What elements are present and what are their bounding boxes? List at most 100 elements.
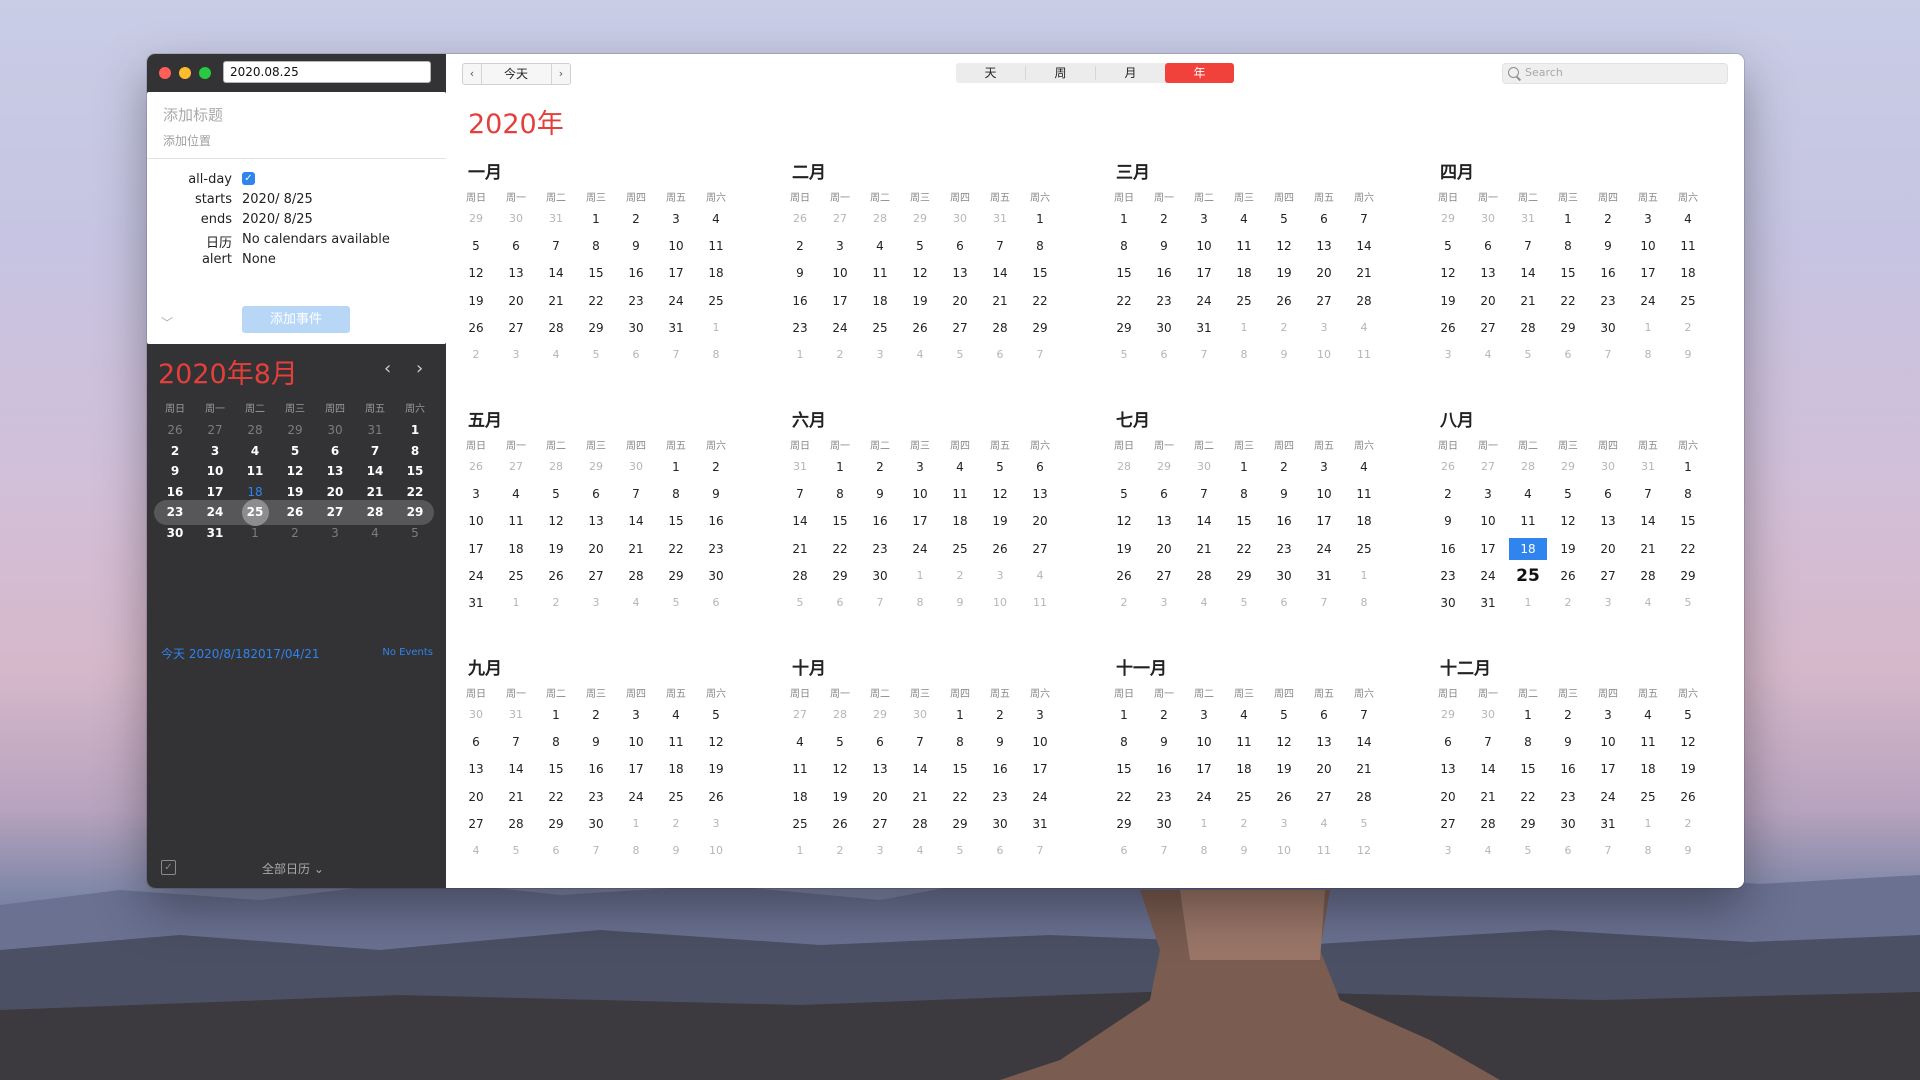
day-cell[interactable]: 14: [536, 262, 576, 284]
day-cell[interactable]: 9: [980, 731, 1020, 753]
day-cell[interactable]: 16: [616, 262, 656, 284]
prev-year-button[interactable]: ‹: [463, 64, 482, 84]
adjacent-month-day[interactable]: 5: [1508, 344, 1548, 366]
month-name[interactable]: 十一月: [1116, 654, 1167, 679]
day-cell[interactable]: 19: [820, 786, 860, 808]
day-cell[interactable]: 20: [496, 290, 536, 312]
day-cell[interactable]: 23: [1264, 538, 1304, 560]
adjacent-month-day[interactable]: 2: [1104, 592, 1144, 614]
day-cell[interactable]: 7: [980, 235, 1020, 257]
day-cell[interactable]: 14: [1468, 758, 1508, 780]
today-day-cell[interactable]: 18: [1509, 537, 1547, 560]
day-cell[interactable]: 15: [1104, 262, 1144, 284]
adjacent-month-day[interactable]: 7: [1588, 840, 1628, 862]
adjacent-month-day[interactable]: 12: [1344, 840, 1384, 862]
adjacent-month-day[interactable]: 3: [860, 344, 900, 366]
day-cell[interactable]: 23: [1144, 290, 1184, 312]
day-cell[interactable]: 19: [1264, 758, 1304, 780]
day-cell[interactable]: 1: [1508, 704, 1548, 726]
calendar-value[interactable]: No calendars available: [242, 232, 390, 247]
day-cell[interactable]: 29: [1668, 565, 1708, 587]
adjacent-month-day[interactable]: 7: [656, 344, 696, 366]
day-cell[interactable]: 3: [656, 208, 696, 230]
day-cell[interactable]: 13: [456, 758, 496, 780]
day-cell[interactable]: 28: [1344, 290, 1384, 312]
day-cell[interactable]: 2: [1144, 208, 1184, 230]
month-name[interactable]: 七月: [1116, 406, 1150, 431]
day-cell[interactable]: 16: [980, 758, 1020, 780]
day-cell[interactable]: 6: [576, 483, 616, 505]
day-cell[interactable]: 1: [1668, 456, 1708, 478]
day-cell[interactable]: 28: [1468, 813, 1508, 835]
today-date-label[interactable]: 今天 2020/8/182017/04/21: [161, 645, 320, 662]
day-cell[interactable]: 9: [1144, 731, 1184, 753]
day-cell[interactable]: 25: [860, 317, 900, 339]
selected-day-cell[interactable]: 25: [1508, 565, 1548, 587]
day-cell[interactable]: 16: [1264, 510, 1304, 532]
day-cell[interactable]: 10: [456, 510, 496, 532]
day-cell[interactable]: 16: [696, 510, 736, 532]
adjacent-month-day[interactable]: 1: [780, 344, 820, 366]
adjacent-month-day[interactable]: 5: [576, 344, 616, 366]
day-cell[interactable]: 4: [860, 235, 900, 257]
day-cell[interactable]: 17: [456, 538, 496, 560]
day-cell[interactable]: 7: [900, 731, 940, 753]
day-cell[interactable]: 19: [1668, 758, 1708, 780]
day-cell[interactable]: 31: [656, 317, 696, 339]
day-cell[interactable]: 22: [576, 290, 616, 312]
day-cell[interactable]: 13: [496, 262, 536, 284]
adjacent-month-day[interactable]: 31: [1628, 456, 1668, 478]
day-cell[interactable]: 5: [1428, 235, 1468, 257]
adjacent-month-day[interactable]: 8: [900, 592, 940, 614]
adjacent-month-day[interactable]: 7: [1304, 592, 1344, 614]
day-cell[interactable]: 8: [536, 731, 576, 753]
day-cell[interactable]: 26: [980, 538, 1020, 560]
today-button[interactable]: 今天: [482, 64, 550, 84]
day-cell[interactable]: 23: [616, 290, 656, 312]
day-cell[interactable]: 13: [1304, 731, 1344, 753]
day-cell[interactable]: 23: [576, 786, 616, 808]
adjacent-month-day[interactable]: 3: [1144, 592, 1184, 614]
adjacent-month-day[interactable]: 1: [1628, 813, 1668, 835]
adjacent-month-day[interactable]: 5: [1344, 813, 1384, 835]
day-cell[interactable]: 3: [1184, 208, 1224, 230]
day-cell[interactable]: 2: [576, 704, 616, 726]
day-cell[interactable]: 1: [576, 208, 616, 230]
adjacent-month-day[interactable]: 3: [576, 592, 616, 614]
adjacent-month-day[interactable]: 3: [1264, 813, 1304, 835]
minimize-window-button[interactable]: [179, 67, 191, 79]
day-cell[interactable]: 18: [1224, 262, 1264, 284]
day-cell[interactable]: 9: [616, 235, 656, 257]
adjacent-month-day[interactable]: 1: [1184, 813, 1224, 835]
adjacent-month-day[interactable]: 4: [456, 840, 496, 862]
adjacent-month-day[interactable]: 3: [496, 344, 536, 366]
day-cell[interactable]: 15: [1668, 510, 1708, 532]
adjacent-month-day[interactable]: 9: [940, 592, 980, 614]
day-cell[interactable]: 10: [1468, 510, 1508, 532]
day-cell[interactable]: 31: [1020, 813, 1060, 835]
adjacent-month-day[interactable]: 8: [1224, 344, 1264, 366]
adjacent-month-day[interactable]: 28: [820, 704, 860, 726]
day-cell[interactable]: 27: [456, 813, 496, 835]
day-cell[interactable]: 20: [1428, 786, 1468, 808]
close-window-button[interactable]: [159, 67, 171, 79]
day-cell[interactable]: 19: [1428, 290, 1468, 312]
day-cell[interactable]: 13: [1428, 758, 1468, 780]
month-name[interactable]: 三月: [1116, 158, 1150, 183]
collapse-chevron-icon[interactable]: ﹀: [161, 314, 173, 331]
day-cell[interactable]: 30: [1548, 813, 1588, 835]
adjacent-month-day[interactable]: 1: [1344, 565, 1384, 587]
day-cell[interactable]: 16: [1144, 262, 1184, 284]
day-cell[interactable]: 2: [860, 456, 900, 478]
adjacent-month-day[interactable]: 5: [780, 592, 820, 614]
day-cell[interactable]: 1: [1104, 208, 1144, 230]
day-cell[interactable]: 19: [1104, 538, 1144, 560]
adjacent-month-day[interactable]: 29: [1428, 208, 1468, 230]
day-cell[interactable]: 31: [1588, 813, 1628, 835]
day-cell[interactable]: 30: [1144, 317, 1184, 339]
day-cell[interactable]: 7: [1508, 235, 1548, 257]
day-cell[interactable]: 24: [616, 786, 656, 808]
day-cell[interactable]: 17: [1184, 758, 1224, 780]
day-cell[interactable]: 14: [496, 758, 536, 780]
day-cell[interactable]: 24: [456, 565, 496, 587]
